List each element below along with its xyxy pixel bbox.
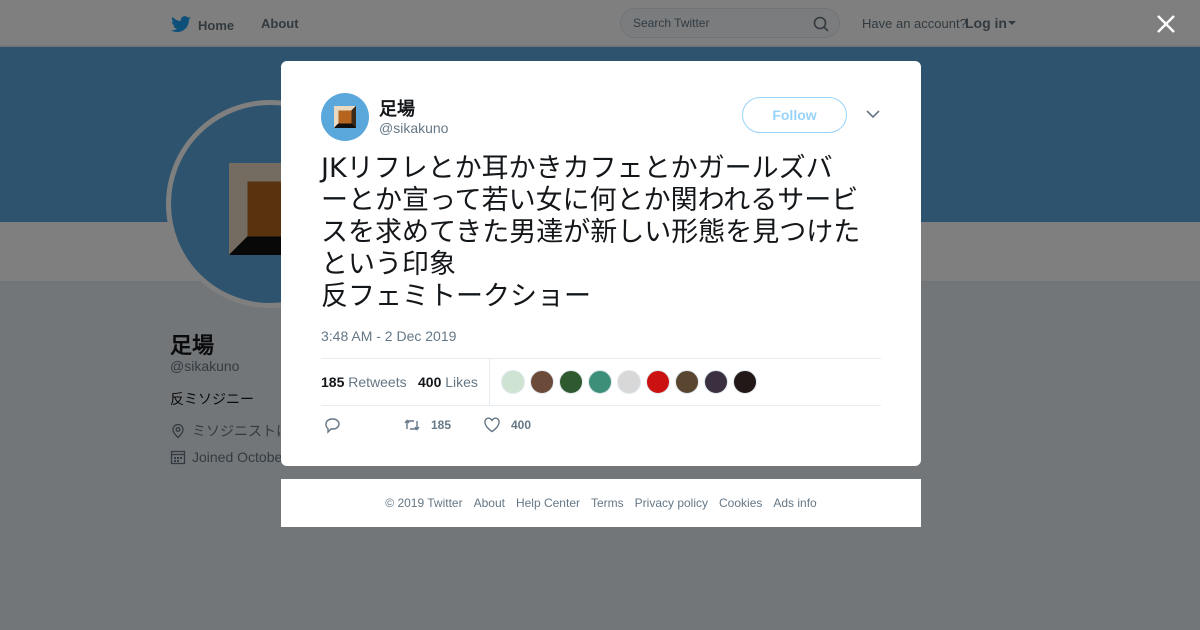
tweet-timestamp[interactable]: 3:48 AM - 2 Dec 2019 [321,328,456,344]
tweet-stats: 185 Retweets 400 Likes [321,358,881,406]
likes-label: Likes [445,374,478,390]
reply-button[interactable] [323,416,341,434]
footer-link[interactable]: Privacy policy [635,496,708,510]
footer-links: © 2019 Twitter About Help Center Terms Priva… [281,479,921,527]
tweet-actions: 185 400 [321,416,881,438]
likes-stat[interactable]: 400 Likes [418,374,478,390]
square-tile-icon [334,106,356,128]
retweet-button[interactable]: 185 [403,416,451,434]
tweet-text-line: ーとか宣って若い女に何とか関われるサービ [321,185,859,216]
tweet-text-line: という印象 [321,249,456,280]
like-count: 400 [511,418,532,432]
tweet-text: JKリフレとか耳かきカフェとかガールズバ ーとか宣って若い女に何とか関われるサー… [321,153,883,313]
copyright-text: © 2019 Twitter [385,496,463,510]
likes-count: 400 [418,374,442,390]
liker-avatar[interactable] [733,370,757,394]
tweet-author-name[interactable]: 足場 [379,95,415,121]
heart-icon [484,417,500,433]
tweet-text-line: スを求めてきた男達が新しい形態を見つけた [321,217,861,248]
follow-button[interactable]: Follow [742,97,847,133]
liker-avatar[interactable] [559,370,583,394]
liker-avatar[interactable] [675,370,699,394]
footer-link[interactable]: Terms [591,496,624,510]
tweet-author-avatar[interactable] [321,93,369,141]
chevron-down-icon[interactable] [866,109,880,119]
liker-avatar[interactable] [530,370,554,394]
tweet-text-line: 反フェミトークショー [321,281,591,312]
tweet-text-line: JKリフレとか耳かきカフェとかガールズバ [321,153,833,184]
retweets-stat[interactable]: 185 Retweets [321,374,407,390]
liker-avatar[interactable] [588,370,612,394]
close-icon[interactable] [1155,13,1177,35]
liker-avatar[interactable] [501,370,525,394]
liker-avatar[interactable] [617,370,641,394]
footer-link[interactable]: Ads info [773,496,816,510]
footer-link[interactable]: About [474,496,505,510]
reply-icon [325,418,340,434]
stats-divider [489,359,490,405]
like-button[interactable]: 400 [483,416,531,434]
tweet-author-handle[interactable]: @sikakuno [379,120,448,136]
tweet-modal: 足場 @sikakuno Follow JKリフレとか耳かきカフェとかガールズバ… [281,61,921,466]
liker-avatars [501,370,757,394]
liker-avatar[interactable] [646,370,670,394]
retweet-icon [404,419,420,431]
liker-avatar[interactable] [704,370,728,394]
footer-link[interactable]: Cookies [719,496,762,510]
retweet-count: 185 [431,418,452,432]
retweets-count: 185 [321,374,345,390]
footer-link[interactable]: Help Center [516,496,580,510]
retweets-label: Retweets [348,374,407,390]
